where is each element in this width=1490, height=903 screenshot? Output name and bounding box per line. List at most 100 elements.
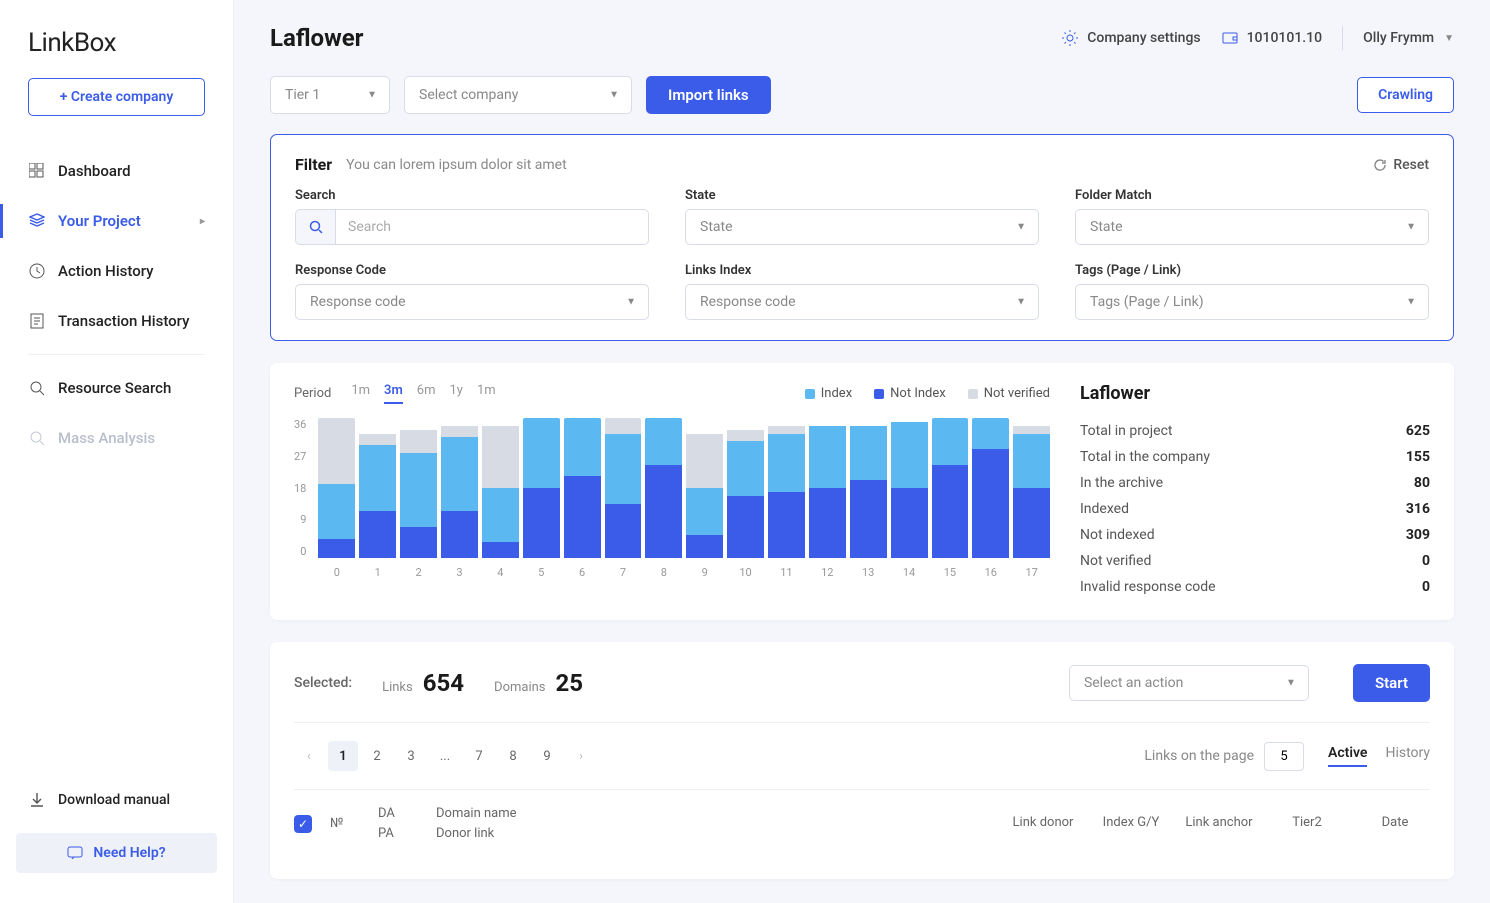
chevron-right-icon: ▸	[200, 216, 205, 227]
response-code-label: Response Code	[295, 263, 649, 278]
bar	[441, 418, 478, 558]
response-code-select[interactable]: Response code▼	[295, 284, 649, 320]
sidebar-item-label: Your Project	[58, 212, 141, 230]
sidebar-item-resource-search[interactable]: Resource Search	[0, 363, 233, 413]
company-select[interactable]: Select company ▼	[404, 76, 632, 114]
bar	[891, 418, 928, 558]
wallet-balance[interactable]: 1010101.10	[1221, 29, 1323, 47]
clock-icon	[28, 262, 46, 280]
state-label: State	[685, 188, 1039, 203]
tab-history[interactable]: History	[1385, 745, 1430, 767]
sidebar-item-label: Dashboard	[58, 162, 131, 180]
bar	[605, 418, 642, 558]
stat-row: Invalid response code0	[1080, 574, 1430, 600]
analysis-icon	[28, 429, 46, 447]
col-domain: Domain name Donor link	[436, 804, 990, 843]
create-company-button[interactable]: + Create company	[28, 78, 205, 116]
bar	[809, 418, 846, 558]
period-label: Period	[294, 386, 331, 401]
select-all-checkbox[interactable]: ✓	[294, 815, 312, 833]
tags-select[interactable]: Tags (Page / Link)▼	[1075, 284, 1429, 320]
tier-value: Tier 1	[285, 87, 320, 103]
period-option[interactable]: 6m	[417, 383, 436, 404]
pager-page[interactable]: 1	[328, 741, 358, 771]
import-links-button[interactable]: Import links	[646, 76, 771, 114]
sidebar-item-label: Mass Analysis	[58, 429, 155, 447]
sidebar-item-label: Transaction History	[58, 312, 189, 330]
user-name: Olly Frymm	[1363, 30, 1434, 46]
x-tick: 5	[523, 566, 560, 579]
bar	[318, 418, 355, 558]
logo: LinkBox	[0, 20, 233, 78]
bar	[1013, 418, 1050, 558]
search-icon	[28, 379, 46, 397]
legend-not-index: Not Index	[874, 386, 946, 401]
x-tick: 3	[441, 566, 478, 579]
col-number: №	[330, 816, 360, 831]
tab-active[interactable]: Active	[1328, 745, 1367, 767]
sidebar-item-transaction-history[interactable]: Transaction History	[0, 296, 233, 346]
company-settings-link[interactable]: Company settings	[1061, 29, 1200, 47]
reset-filter-button[interactable]: Reset	[1373, 157, 1429, 173]
bar	[564, 418, 601, 558]
links-on-page-input[interactable]	[1264, 742, 1304, 771]
download-manual-link[interactable]: Download manual	[0, 777, 233, 823]
folder-match-select[interactable]: State▼	[1075, 209, 1429, 245]
company-placeholder: Select company	[419, 87, 518, 103]
action-select[interactable]: Select an action▼	[1069, 665, 1309, 701]
y-tick: 9	[294, 513, 306, 526]
period-option[interactable]: 1m	[477, 383, 496, 404]
start-button[interactable]: Start	[1353, 664, 1430, 702]
search-icon	[295, 209, 335, 245]
links-label: Links	[382, 680, 413, 695]
folder-placeholder: State	[1090, 219, 1123, 235]
col-link-donor: Link donor	[1008, 815, 1078, 832]
refresh-icon	[1373, 158, 1387, 172]
bar	[850, 418, 887, 558]
pager-page[interactable]: 2	[362, 741, 392, 771]
chevron-down-icon: ▼	[1016, 222, 1026, 233]
x-tick: 13	[850, 566, 887, 579]
need-help-button[interactable]: Need Help?	[16, 833, 217, 873]
legend-label: Not Index	[890, 386, 946, 401]
links-on-page-label: Links on the page	[1144, 748, 1254, 764]
search-input[interactable]	[335, 209, 649, 245]
user-menu[interactable]: Olly Frymm ▼	[1363, 30, 1454, 46]
action-placeholder: Select an action	[1084, 675, 1183, 691]
period-option[interactable]: 1y	[450, 383, 463, 404]
pager-page[interactable]: 3	[396, 741, 426, 771]
tier-select[interactable]: Tier 1 ▼	[270, 76, 390, 114]
x-tick: 12	[809, 566, 846, 579]
links-index-select[interactable]: Response code▼	[685, 284, 1039, 320]
y-tick: 27	[294, 450, 306, 463]
x-tick: 10	[727, 566, 764, 579]
company-settings-label: Company settings	[1087, 30, 1200, 46]
sidebar-item-dashboard[interactable]: Dashboard	[0, 146, 233, 196]
pager-page[interactable]: 8	[498, 741, 528, 771]
legend-index: Index	[805, 386, 852, 401]
folder-match-label: Folder Match	[1075, 188, 1429, 203]
col-date: Date	[1360, 815, 1430, 832]
sidebar-item-your-project[interactable]: Your Project ▸	[0, 196, 233, 246]
pager-page[interactable]: 9	[532, 741, 562, 771]
sidebar-item-label: Action History	[58, 262, 153, 280]
state-select[interactable]: State▼	[685, 209, 1039, 245]
pager-page[interactable]: 7	[464, 741, 494, 771]
y-tick: 36	[294, 418, 306, 431]
download-icon	[28, 791, 46, 809]
sidebar-item-action-history[interactable]: Action History	[0, 246, 233, 296]
crawling-button[interactable]: Crawling	[1357, 77, 1454, 113]
bar	[768, 418, 805, 558]
pager-next[interactable]: ›	[566, 741, 596, 771]
period-option[interactable]: 3m	[384, 383, 403, 404]
col-tier2: Tier2	[1272, 815, 1342, 832]
sidebar-item-mass-analysis[interactable]: Mass Analysis	[0, 413, 233, 463]
filter-panel: Filter You can lorem ipsum dolor sit ame…	[270, 134, 1454, 341]
stats-title: Laflower	[1080, 383, 1430, 404]
period-option[interactable]: 1m	[351, 383, 370, 404]
x-tick: 7	[605, 566, 642, 579]
links-index-placeholder: Response code	[700, 294, 796, 310]
bar	[727, 418, 764, 558]
bar	[523, 418, 560, 558]
pager-prev[interactable]: ‹	[294, 741, 324, 771]
